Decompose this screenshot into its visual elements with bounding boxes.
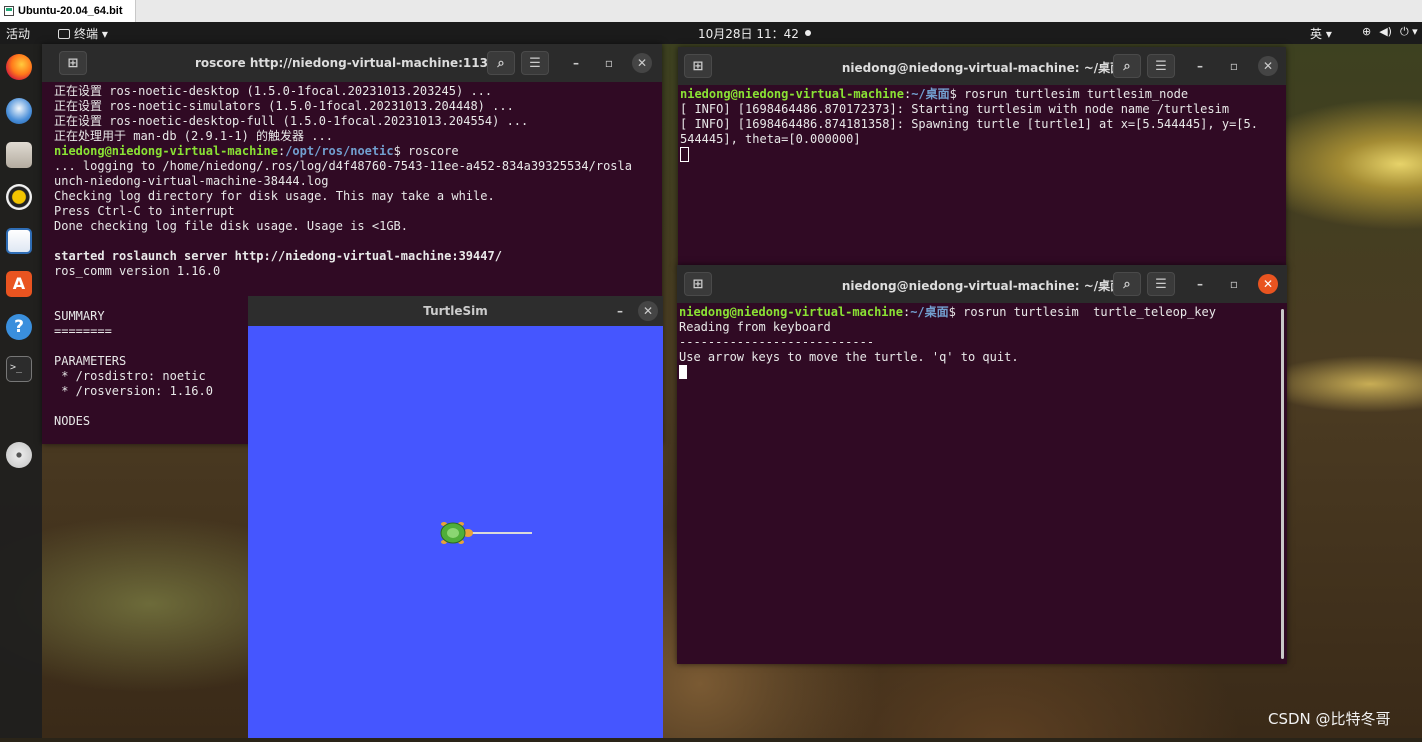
prompt-command: $ roscore [393, 144, 459, 158]
terminal-cursor [680, 147, 1286, 163]
thunderbird-icon[interactable] [6, 98, 32, 124]
output-line: --------------------------- [679, 335, 875, 349]
power-icon: ⏻ ▾ [1399, 25, 1418, 38]
output-line: 正在设置 ros-noetic-desktop-full (1.5.0-1foc… [54, 114, 529, 128]
terminal-icon [58, 28, 70, 39]
prompt-line: niedong@niedong-virtual-machine:~/桌面$ ro… [679, 305, 1216, 319]
turtlesim-svg [440, 522, 532, 544]
close-button[interactable]: ✕ [1258, 274, 1278, 294]
prompt-user: niedong@niedong-virtual-machine [680, 87, 904, 101]
minimize-button[interactable]: – [1190, 56, 1210, 76]
terminal-icon[interactable]: >_ [6, 356, 32, 382]
csdn-watermark: CSDN @比特冬哥 [1268, 710, 1391, 728]
volume-icon: ◀) [1379, 25, 1392, 38]
output-line: [ INFO] [1698464486.870172373]: Starting… [680, 102, 1230, 116]
search-icon[interactable]: ⌕ [487, 51, 515, 75]
activities-button[interactable]: 活动 [6, 25, 30, 42]
scrollbar[interactable] [1281, 309, 1284, 659]
vm-tab-title: Ubuntu-20.04_64.bit [18, 5, 123, 17]
turtlesim-title: TurtleSim [423, 304, 488, 318]
rhythmbox-icon[interactable] [6, 184, 32, 210]
writer-icon[interactable] [6, 228, 32, 254]
output-line: 正在设置 ros-noetic-desktop (1.5.0-1focal.20… [54, 84, 493, 98]
output-line: ros_comm version 1.16.0 [54, 264, 221, 278]
clock[interactable]: 10月28日 11：42 [698, 25, 799, 42]
output-line: Checking log directory for disk usage. T… [54, 189, 495, 203]
prompt-path: ~/桌面 [910, 305, 949, 319]
search-icon[interactable]: ⌕ [1113, 54, 1141, 78]
output-line: started roslaunch server http://niedong-… [54, 249, 502, 263]
vm-tab-bar: Ubuntu-20.04_64.bit [0, 0, 1422, 23]
top-bar: 活动 终端 ▾ 10月28日 11：42 英 ▾ ⊕ ◀) ⏻ ▾ [0, 22, 1422, 44]
system-tray[interactable]: ⊕ ◀) ⏻ ▾ [1362, 25, 1418, 39]
vm-icon [4, 6, 14, 16]
maximize-button[interactable]: ▫ [599, 53, 619, 73]
output-line: ... logging to /home/niedong/.ros/log/d4… [54, 159, 632, 173]
terminal-cursor [679, 365, 1287, 380]
prompt-command: $ rosrun turtlesim turtle_teleop_key [948, 305, 1216, 319]
teleop-terminal-window[interactable]: ⊞ niedong@niedong-virtual-machine: ~/桌面 … [677, 265, 1287, 664]
output-line: unch-niedong-virtual-machine-38444.log [54, 174, 329, 188]
output-line: Press Ctrl-C to interrupt [54, 204, 235, 218]
prompt-user: niedong@niedong-virtual-machine [679, 305, 903, 319]
prompt-user: niedong@niedong-virtual-machine [54, 144, 278, 158]
files-icon[interactable] [6, 142, 32, 168]
vm-tab[interactable]: Ubuntu-20.04_64.bit [0, 0, 136, 22]
dock: A ? >_ [0, 44, 42, 738]
teleop-terminal-output[interactable]: niedong@niedong-virtual-machine:~/桌面$ ro… [677, 305, 1287, 664]
firefox-icon[interactable] [6, 54, 32, 80]
teleop-titlebar[interactable]: ⊞ niedong@niedong-virtual-machine: ~/桌面 … [677, 265, 1287, 303]
output-line: Done checking log file disk usage. Usage… [54, 219, 409, 233]
network-icon: ⊕ [1362, 25, 1372, 38]
maximize-button[interactable]: ▫ [1224, 274, 1244, 294]
node-titlebar[interactable]: ⊞ niedong@niedong-virtual-machine: ~/桌面 … [678, 47, 1286, 85]
node-terminal-output[interactable]: niedong@niedong-virtual-machine:~/桌面$ ro… [678, 87, 1286, 267]
prompt-line: niedong@niedong-virtual-machine:~/桌面$ ro… [680, 87, 1189, 101]
output-line: 正在处理用于 man-db (2.9.1-1) 的触发器 ... [54, 129, 333, 143]
prompt-path: /opt/ros/noetic [285, 144, 394, 158]
minimize-button[interactable]: – [566, 53, 586, 73]
turtle-icon [440, 522, 473, 544]
hamburger-menu-icon[interactable]: ☰ [1147, 54, 1175, 78]
search-icon[interactable]: ⌕ [1113, 272, 1141, 296]
close-button[interactable]: ✕ [1258, 56, 1278, 76]
input-method-menu[interactable]: 英 ▾ [1310, 25, 1332, 42]
output-line: [ INFO] [1698464486.874181358]: Spawning… [680, 117, 1258, 131]
turtlesim-canvas [248, 326, 663, 738]
output-line: 544445], theta=[0.000000] [680, 132, 861, 146]
close-button[interactable]: ✕ [638, 301, 658, 321]
output-line: Reading from keyboard [679, 320, 831, 334]
prompt-command: $ rosrun turtlesim turtlesim_node [949, 87, 1189, 101]
output-line: 正在设置 ros-noetic-simulators (1.5.0-1focal… [54, 99, 514, 113]
turtlesim-window[interactable]: TurtleSim – ✕ [248, 296, 663, 738]
output-line: Use arrow keys to move the turtle. 'q' t… [679, 350, 1019, 364]
maximize-button[interactable]: ▫ [1224, 56, 1244, 76]
prompt-line: niedong@niedong-virtual-machine:/opt/ros… [54, 144, 459, 158]
hamburger-menu-icon[interactable]: ☰ [521, 51, 549, 75]
close-button[interactable]: ✕ [632, 53, 652, 73]
roscore-titlebar[interactable]: ⊞ roscore http://niedong-virtual-machine… [42, 44, 662, 82]
dvd-icon[interactable] [6, 442, 32, 468]
app-menu[interactable]: 终端 ▾ [58, 25, 108, 42]
software-icon[interactable]: A [6, 271, 32, 297]
notification-dot [805, 30, 811, 36]
minimize-button[interactable]: – [610, 301, 630, 321]
minimize-button[interactable]: – [1190, 274, 1210, 294]
help-icon[interactable]: ? [6, 314, 32, 340]
prompt-path: ~/桌面 [911, 87, 950, 101]
hamburger-menu-icon[interactable]: ☰ [1147, 272, 1175, 296]
turtlesim-titlebar[interactable]: TurtleSim – ✕ [248, 296, 663, 326]
turtlesim-node-terminal-window[interactable]: ⊞ niedong@niedong-virtual-machine: ~/桌面 … [678, 47, 1286, 267]
app-menu-label: 终端 ▾ [74, 27, 108, 41]
